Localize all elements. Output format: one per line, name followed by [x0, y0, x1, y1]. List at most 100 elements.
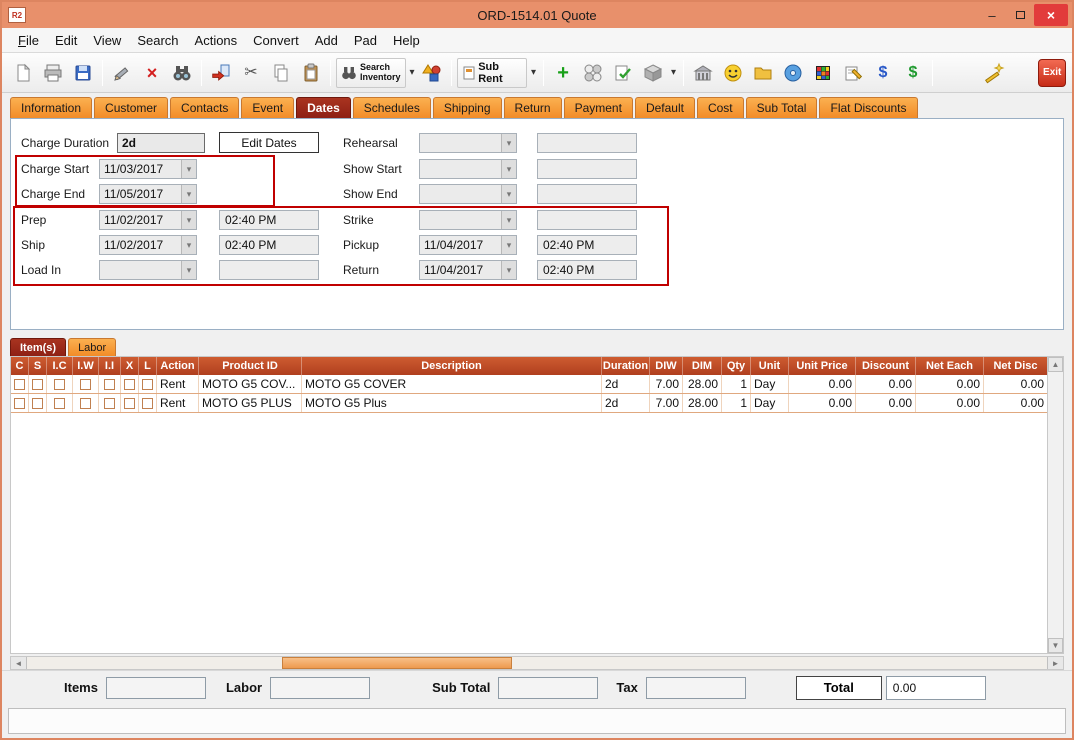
col-header-qty[interactable]: Qty — [722, 357, 751, 375]
search-inventory-dropdown[interactable]: ▾ — [407, 59, 418, 87]
tab-dates[interactable]: Dates — [296, 97, 351, 118]
horizontal-scroll-thumb[interactable] — [282, 657, 512, 669]
scroll-right-arrow[interactable]: ► — [1047, 657, 1063, 669]
show-start-date-combo[interactable]: ▾ — [419, 159, 517, 179]
col-header-s[interactable]: S — [29, 357, 47, 375]
chevron-down-icon[interactable]: ▾ — [181, 185, 196, 203]
pickup-time-field[interactable]: 02:40 PM — [537, 235, 637, 255]
edit-button[interactable] — [108, 58, 136, 88]
menu-convert[interactable]: Convert — [245, 31, 307, 50]
ship-date-combo[interactable]: 11/02/2017▾ — [99, 235, 197, 255]
search-inventory-button[interactable]: SearchInventory — [336, 58, 406, 88]
pricing-button[interactable]: $ — [899, 58, 927, 88]
convert-button[interactable] — [207, 58, 235, 88]
col-header-duration[interactable]: Duration — [602, 357, 650, 375]
currency-exchange-button[interactable]: $ — [869, 58, 897, 88]
exit-button[interactable]: Exit — [1038, 59, 1066, 87]
row-checkbox[interactable] — [14, 398, 25, 409]
tab-shipping[interactable]: Shipping — [433, 97, 502, 118]
col-header-c[interactable]: C — [11, 357, 29, 375]
chevron-down-icon[interactable]: ▾ — [181, 236, 196, 254]
package-dropdown[interactable]: ▾ — [668, 59, 679, 87]
tab-return[interactable]: Return — [504, 97, 562, 118]
shapes-button[interactable] — [418, 58, 446, 88]
table-row[interactable]: Rent MOTO G5 COV... MOTO G5 COVER 2d 7.0… — [11, 375, 1047, 394]
media-button[interactable] — [779, 58, 807, 88]
menu-search[interactable]: Search — [129, 31, 186, 50]
row-checkbox[interactable] — [124, 379, 135, 390]
chevron-down-icon[interactable]: ▾ — [501, 185, 516, 203]
rehearsal-time-field[interactable] — [537, 133, 637, 153]
pickup-date-combo[interactable]: 11/04/2017▾ — [419, 235, 517, 255]
edit-dates-button[interactable]: Edit Dates — [219, 132, 319, 153]
package-button[interactable] — [639, 58, 667, 88]
col-header-unit-price[interactable]: Unit Price — [789, 357, 856, 375]
row-checkbox[interactable] — [142, 379, 153, 390]
col-header-action[interactable]: Action — [157, 357, 199, 375]
tab-default[interactable]: Default — [635, 97, 695, 118]
row-checkbox[interactable] — [80, 398, 91, 409]
rehearsal-date-combo[interactable]: ▾ — [419, 133, 517, 153]
copy-button[interactable] — [267, 58, 295, 88]
horizontal-scroll-track[interactable] — [27, 657, 1047, 669]
col-header-product-id[interactable]: Product ID — [199, 357, 302, 375]
col-header-l[interactable]: L — [139, 357, 157, 375]
horizontal-scrollbar[interactable]: ◄ ► — [10, 656, 1064, 670]
minimize-button[interactable]: – — [978, 5, 1006, 25]
company-button[interactable] — [689, 58, 717, 88]
tab-items[interactable]: Item(s) — [10, 338, 66, 356]
strike-date-combo[interactable]: ▾ — [419, 210, 517, 230]
charge-end-date-combo[interactable]: 11/05/2017▾ — [99, 184, 197, 204]
sub-rent-dropdown[interactable]: ▾ — [528, 59, 539, 87]
sub-rent-button[interactable]: Sub Rent — [457, 58, 527, 88]
vertical-scroll-track[interactable] — [1048, 372, 1063, 638]
save-button[interactable] — [69, 58, 97, 88]
scroll-left-arrow[interactable]: ◄ — [11, 657, 27, 669]
row-checkbox[interactable] — [104, 398, 115, 409]
row-checkbox[interactable] — [142, 398, 153, 409]
chevron-down-icon[interactable]: ▾ — [181, 211, 196, 229]
chevron-down-icon[interactable]: ▾ — [501, 261, 516, 279]
charge-start-date-combo[interactable]: 11/03/2017▾ — [99, 159, 197, 179]
row-checkbox[interactable] — [80, 379, 91, 390]
prep-time-field[interactable]: 02:40 PM — [219, 210, 319, 230]
col-header-unit[interactable]: Unit — [751, 357, 789, 375]
col-header-dim[interactable]: DIM — [683, 357, 722, 375]
tab-payment[interactable]: Payment — [564, 97, 633, 118]
row-checkbox[interactable] — [104, 379, 115, 390]
tab-contacts[interactable]: Contacts — [170, 97, 239, 118]
return-date-combo[interactable]: 11/04/2017▾ — [419, 260, 517, 280]
show-end-date-combo[interactable]: ▾ — [419, 184, 517, 204]
scroll-up-arrow[interactable]: ▲ — [1048, 357, 1063, 372]
tab-sub-total[interactable]: Sub Total — [746, 97, 818, 118]
row-checkbox[interactable] — [14, 379, 25, 390]
tab-customer[interactable]: Customer — [94, 97, 168, 118]
cut-button[interactable]: ✂ — [237, 58, 265, 88]
chevron-down-icon[interactable]: ▾ — [181, 261, 196, 279]
add-item-button[interactable]: + — [549, 58, 577, 88]
row-checkbox[interactable] — [124, 398, 135, 409]
group-items-button[interactable] — [579, 58, 607, 88]
col-header-discount[interactable]: Discount — [856, 357, 916, 375]
find-button[interactable] — [168, 58, 196, 88]
col-header-diw[interactable]: DIW — [650, 357, 683, 375]
tab-information[interactable]: Information — [10, 97, 92, 118]
row-checkbox[interactable] — [32, 379, 43, 390]
strike-time-field[interactable] — [537, 210, 637, 230]
charge-duration-field[interactable]: 2d — [117, 133, 205, 153]
tab-schedules[interactable]: Schedules — [353, 97, 431, 118]
table-row[interactable]: Rent MOTO G5 PLUS MOTO G5 Plus 2d 7.00 2… — [11, 394, 1047, 413]
menu-view[interactable]: View — [85, 31, 129, 50]
configurator-button[interactable] — [809, 58, 837, 88]
col-header-ic[interactable]: I.C — [47, 357, 73, 375]
notes-button[interactable] — [839, 58, 867, 88]
col-header-description[interactable]: Description — [302, 357, 602, 375]
scroll-down-arrow[interactable]: ▼ — [1048, 638, 1063, 653]
load-in-time-field[interactable] — [219, 260, 319, 280]
new-button[interactable] — [9, 58, 37, 88]
menu-actions[interactable]: Actions — [187, 31, 246, 50]
chevron-down-icon[interactable]: ▾ — [501, 236, 516, 254]
history-button[interactable] — [749, 58, 777, 88]
col-header-ii[interactable]: I.I — [99, 357, 121, 375]
menu-edit[interactable]: Edit — [47, 31, 85, 50]
